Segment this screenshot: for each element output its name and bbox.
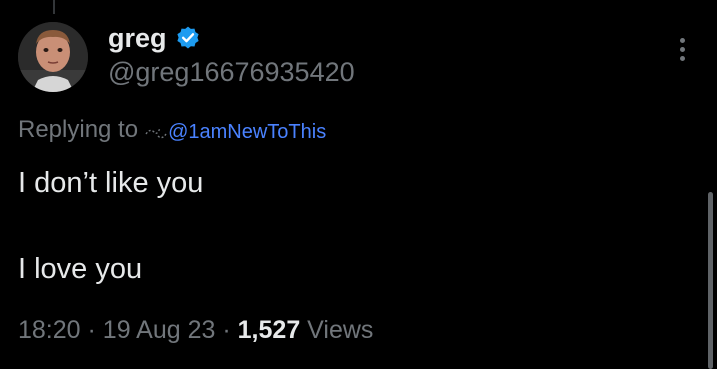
more-vertical-icon-dot bbox=[679, 46, 685, 52]
replying-to-label: Replying to bbox=[18, 116, 139, 143]
more-vertical-icon-dot bbox=[679, 37, 685, 43]
replying-to-row: Replying to @1amNewToThis bbox=[18, 112, 326, 148]
more-vertical-icon-dot bbox=[679, 55, 685, 61]
tweet-text-line: I don’t like you bbox=[18, 167, 204, 199]
avatar-image bbox=[18, 22, 88, 92]
user-handle[interactable]: @greg16676935420 bbox=[108, 56, 355, 88]
views-count: 1,527 bbox=[237, 316, 301, 344]
author-row: greg bbox=[108, 22, 201, 54]
scrollbar[interactable] bbox=[708, 192, 713, 369]
tweet-date[interactable]: 19 Aug 23 bbox=[103, 316, 216, 344]
reply-mention-link[interactable]: @1amNewToThis bbox=[168, 116, 326, 148]
tweet-time[interactable]: 18:20 bbox=[18, 316, 81, 344]
more-options-button[interactable] bbox=[670, 34, 694, 64]
meta-separator: · bbox=[87, 316, 96, 344]
tweet-text-line: I love you bbox=[18, 253, 143, 285]
thread-connector-line bbox=[53, 0, 55, 14]
avatar[interactable] bbox=[18, 22, 88, 92]
tweet-metadata: 18:20 · 19 Aug 23 · 1,527 Views bbox=[18, 314, 373, 346]
meta-separator: · bbox=[222, 316, 231, 344]
display-name[interactable]: greg bbox=[108, 22, 167, 54]
verified-badge-icon bbox=[175, 25, 201, 51]
views-label: Views bbox=[307, 316, 374, 344]
